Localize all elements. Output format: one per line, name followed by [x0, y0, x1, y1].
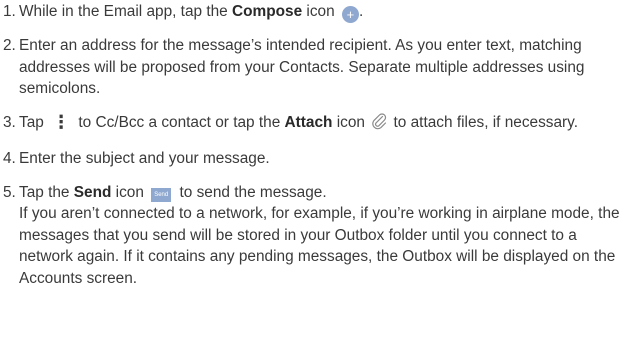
step-3: 3. Tap ⋮ to Cc/Bcc a contact or tap the …	[3, 112, 631, 137]
compose-label: Compose	[232, 3, 303, 20]
step-text: icon	[332, 113, 370, 131]
attach-icon	[371, 112, 387, 137]
send-label: Send	[73, 183, 112, 201]
step-text: Tap	[19, 113, 49, 131]
step-4: 4. Enter the subject and your message.	[3, 148, 631, 170]
step-number: 5.	[3, 183, 16, 201]
step-1: 1. While in the Email app, tap the Compo…	[3, 1, 631, 23]
step-number: 4.	[3, 150, 16, 167]
step-number: 1.	[3, 3, 16, 20]
menu-icon: ⋮	[52, 111, 71, 132]
step-text: to Cc/Bcc a contact or tap the	[74, 113, 285, 131]
step-text: to send the message.	[175, 183, 327, 201]
instructions-list: 1. While in the Email app, tap the Compo…	[3, 1, 631, 289]
attach-label: Attach	[284, 113, 333, 131]
step-5: 5. Tap the Send icon Send to send the me…	[3, 182, 631, 290]
step-text: Enter the subject and your message.	[19, 150, 270, 167]
step-2: 2. Enter an address for the message’s in…	[3, 35, 631, 100]
step-text: icon	[302, 3, 339, 20]
compose-icon: +	[341, 6, 359, 23]
step-text: Tap the	[19, 183, 74, 201]
step-number: 2.	[3, 37, 16, 54]
step-note: If you aren’t connected to a network, fo…	[19, 205, 620, 287]
step-text: to attach files, if necessary.	[389, 113, 579, 131]
step-number: 3.	[3, 113, 16, 131]
step-text: icon	[111, 183, 149, 201]
step-text: .	[358, 3, 364, 20]
step-text: While in the Email app, tap the	[19, 3, 233, 20]
send-icon: Send	[151, 187, 172, 202]
step-text: Enter an address for the message’s inten…	[19, 37, 585, 97]
